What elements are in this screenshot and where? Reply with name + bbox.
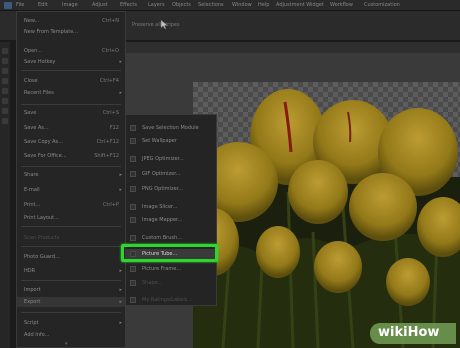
menu-item-share[interactable]: Share ▸: [17, 170, 125, 180]
export-submenu: Save Selection Module Set Wallpaper JPEG…: [125, 114, 217, 306]
tool-icon[interactable]: [2, 58, 8, 64]
tool-icon[interactable]: [2, 78, 8, 84]
menu-separator: [21, 104, 121, 105]
menu-selections[interactable]: Selections: [198, 2, 224, 8]
submenu-item-save-selection-module[interactable]: Save Selection Module: [126, 123, 216, 133]
jpeg-icon: [130, 156, 136, 162]
menu-bar: File Edit Image Adjust Effects Layers Ob…: [0, 0, 460, 11]
menu-image[interactable]: Image: [62, 2, 78, 8]
submenu-item-jpeg-optimizer[interactable]: JPEG Optimizer...: [126, 154, 216, 164]
wikihow-watermark: wikiHow: [370, 323, 456, 344]
menu-item-export[interactable]: Export ▸: [17, 297, 125, 307]
brush-icon: [130, 235, 136, 241]
menu-item-open[interactable]: Open... Ctrl+O: [17, 46, 125, 56]
submenu-item-picture-frame[interactable]: Picture Frame...: [126, 264, 216, 274]
tool-icon[interactable]: [2, 108, 8, 114]
menu-adjust[interactable]: Adjust: [92, 2, 108, 8]
menu-item-photo-guard[interactable]: Photo Guard...: [17, 252, 125, 262]
submenu-item-png-optimizer[interactable]: PNG Optimizer...: [126, 184, 216, 194]
tool-option-text: Preserve all stripes: [132, 22, 180, 28]
module-icon: [130, 125, 136, 131]
menu-separator: [21, 226, 121, 227]
menu-item-close[interactable]: Close Ctrl+F4: [17, 76, 125, 86]
slicer-icon: [130, 204, 136, 210]
mapper-icon: [130, 217, 136, 223]
menu-item-scan-products: Scan Products: [24, 235, 60, 241]
menu-item-print[interactable]: Print... Ctrl+P: [17, 200, 125, 210]
menu-separator: [21, 166, 121, 167]
menu-item-save-copy-as[interactable]: Save Copy As... Ctrl+F12: [17, 137, 125, 147]
menu-item-print-layout[interactable]: Print Layout...: [17, 213, 125, 223]
tools-palette: [0, 42, 10, 348]
menu-separator: [21, 312, 121, 313]
menu-adjustment-widget[interactable]: Adjustment Widget: [276, 2, 324, 8]
submenu-item-my-ratings-labels: My Ratings/Labels...: [126, 295, 216, 305]
wikihow-logo-text: wikiHow: [378, 325, 440, 340]
menu-item-new-from-template[interactable]: New From Template...: [17, 27, 125, 37]
highlight-box: [121, 244, 218, 262]
menu-edit[interactable]: Edit: [38, 2, 48, 8]
menu-item-import[interactable]: Import ▸: [17, 285, 125, 295]
menu-item-save-as[interactable]: Save As... F12: [17, 123, 125, 133]
menu-help[interactable]: Help: [258, 2, 269, 8]
menu-item-recent-files[interactable]: Recent Files ▸: [17, 88, 125, 98]
tool-icon[interactable]: [2, 88, 8, 94]
submenu-item-shape: Shape...: [126, 278, 216, 288]
tool-icon[interactable]: [2, 68, 8, 74]
wallpaper-icon: [130, 138, 136, 144]
menu-separator: [21, 246, 121, 247]
menu-layers[interactable]: Layers: [148, 2, 165, 8]
ratings-icon: [130, 297, 136, 303]
submenu-item-image-mapper[interactable]: Image Mapper...: [126, 215, 216, 225]
png-icon: [130, 186, 136, 192]
menu-item-hdr[interactable]: HDR ▸: [17, 266, 125, 276]
submenu-item-image-slicer[interactable]: Image Slicer...: [126, 202, 216, 212]
menu-item-email[interactable]: E-mail ▸: [17, 185, 125, 195]
menu-separator: [21, 70, 121, 71]
menu-customization[interactable]: Customization: [364, 2, 400, 8]
menu-item-save-for-office[interactable]: Save For Office... Shift+F12: [17, 151, 125, 161]
tool-icon[interactable]: [2, 98, 8, 104]
menu-workflow[interactable]: Workflow: [330, 2, 353, 8]
image-canvas[interactable]: [193, 82, 460, 348]
submenu-item-set-wallpaper[interactable]: Set Wallpaper: [126, 136, 216, 146]
menu-item-new[interactable]: New... Ctrl+N: [17, 16, 125, 26]
file-menu: New... Ctrl+N New From Template... Open..…: [16, 11, 126, 348]
menu-effects[interactable]: Effects: [120, 2, 137, 8]
menu-objects[interactable]: Objects: [172, 2, 191, 8]
app-icon: [4, 2, 12, 9]
frame-icon: [130, 266, 136, 272]
tool-icon[interactable]: [2, 118, 8, 124]
menu-item-add-info[interactable]: Add Info...: [17, 330, 125, 340]
menu-item-save-hotkey[interactable]: Save Hotkey ▸: [17, 57, 125, 67]
document-tab-strip: [124, 42, 460, 53]
shape-icon: [130, 280, 136, 286]
tool-icon[interactable]: [2, 48, 8, 54]
mouse-cursor-icon: [160, 19, 169, 30]
submenu-item-gif-optimizer[interactable]: GIF Optimizer...: [126, 169, 216, 179]
submenu-item-custom-brush[interactable]: Custom Brush...: [126, 233, 216, 243]
menu-item-save[interactable]: Save Ctrl+S: [17, 108, 125, 118]
chevron-down-icon[interactable]: ▾: [65, 341, 68, 347]
tulip-photo: [193, 82, 460, 348]
gif-icon: [130, 171, 136, 177]
menu-window[interactable]: Window: [232, 2, 252, 8]
menu-file[interactable]: File: [16, 2, 24, 8]
menu-separator: [21, 280, 121, 281]
menu-item-script[interactable]: Script ▸: [17, 318, 125, 328]
